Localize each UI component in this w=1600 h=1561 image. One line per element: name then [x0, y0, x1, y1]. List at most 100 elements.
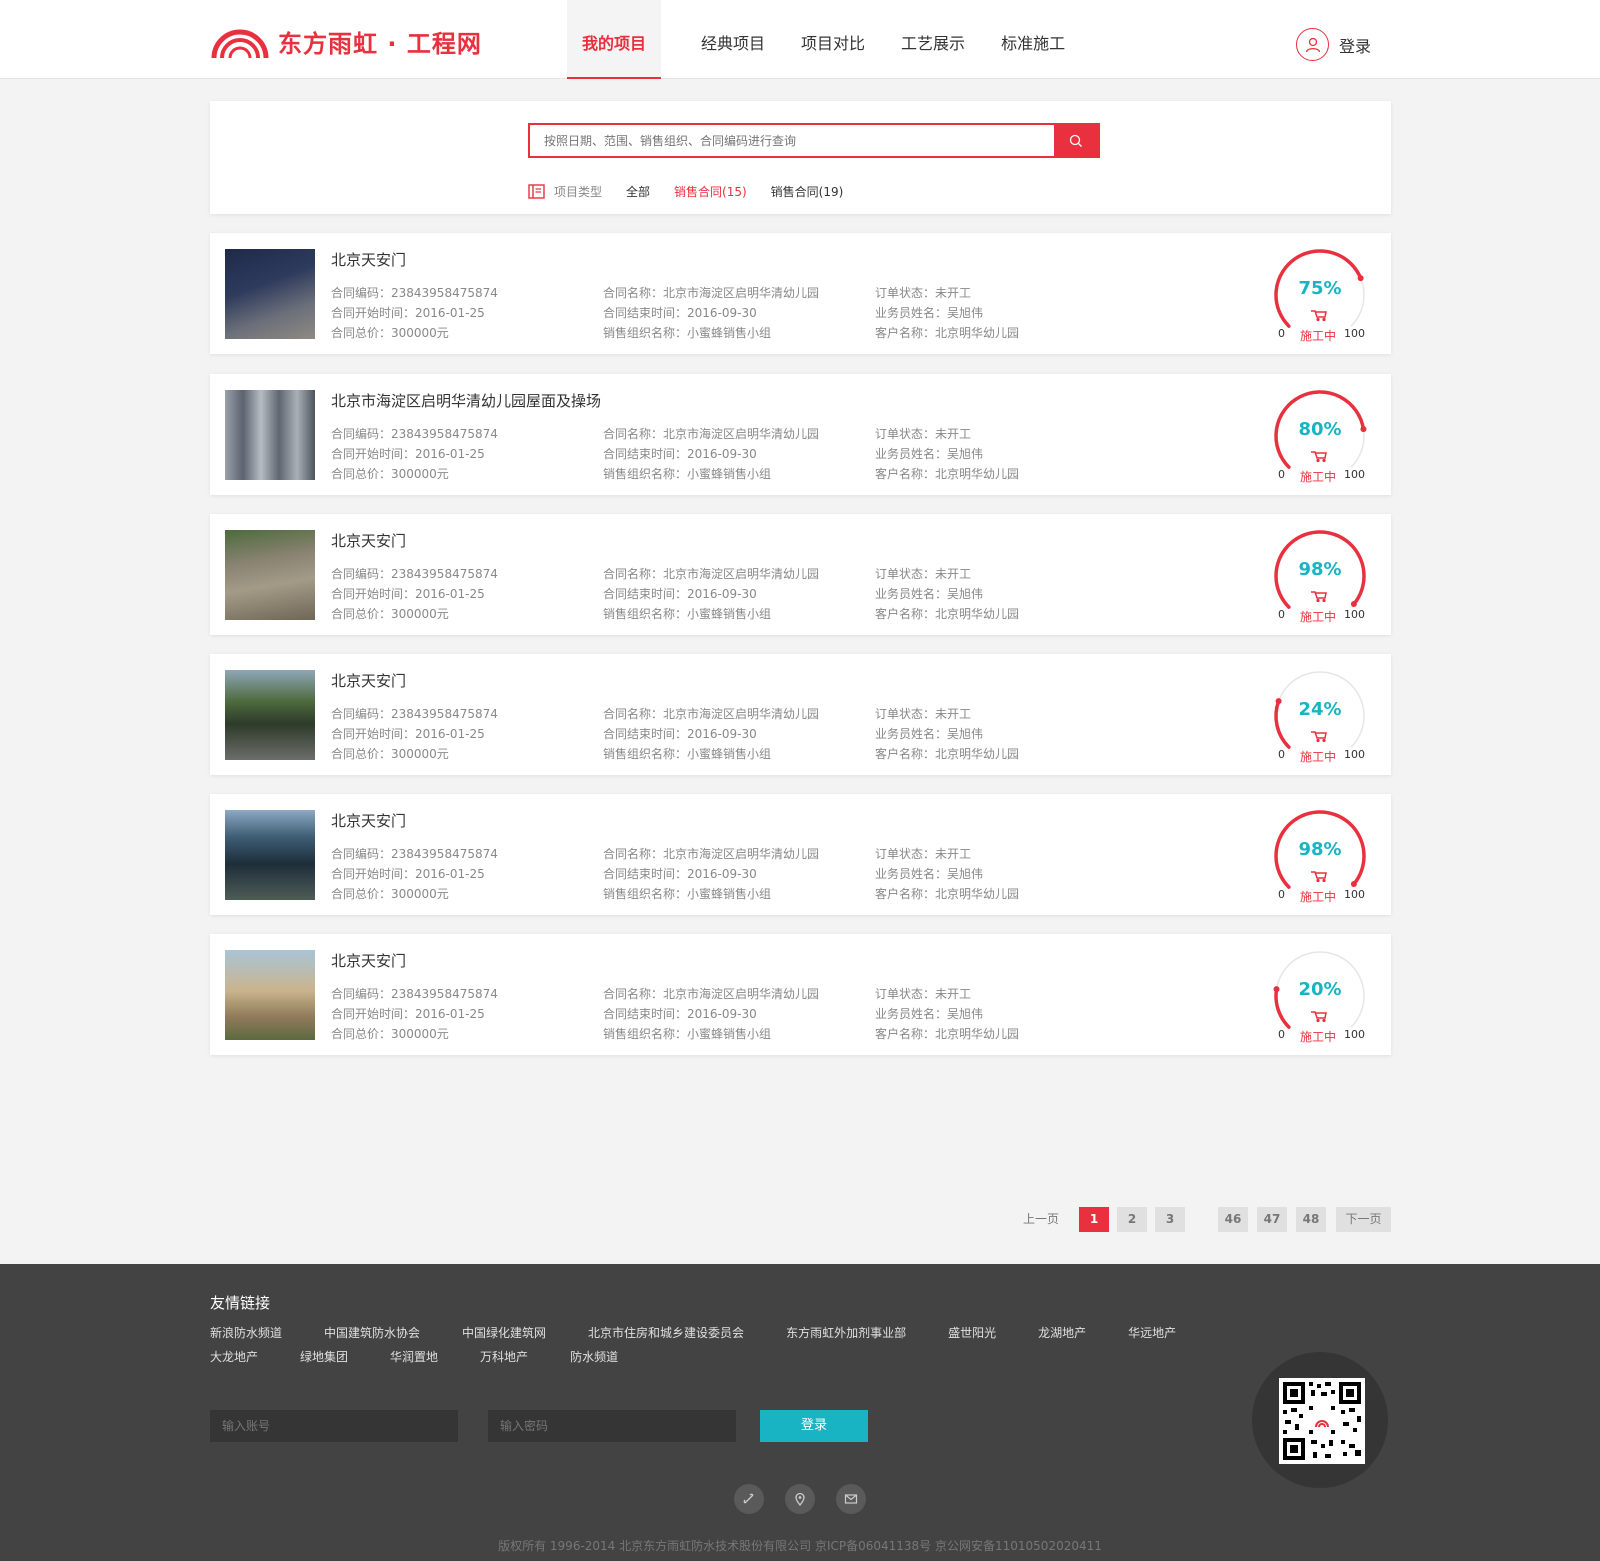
footer-login-button[interactable]: 登录 — [760, 1410, 868, 1442]
project-card[interactable]: 北京天安门 合同编码：23843958475874 合同开始时间：2016-01… — [210, 934, 1391, 1055]
contract-info-col1: 合同编码：23843958475874 合同开始时间：2016-01-25 合同… — [331, 283, 498, 343]
order-status: 订单状态：未开工 — [875, 567, 972, 581]
site-logo[interactable]: 东方雨虹 · 工程网 — [210, 22, 482, 60]
page-3-button[interactable]: 3 — [1155, 1207, 1185, 1232]
location-icon[interactable] — [785, 1484, 815, 1514]
progress-percent: 98% — [1298, 839, 1342, 860]
password-input[interactable] — [488, 1410, 736, 1442]
search-input[interactable] — [530, 125, 1054, 156]
project-card[interactable]: 北京市海淀区启明华清幼儿园屋面及操场 合同编码：23843958475874 合… — [210, 374, 1391, 495]
friend-link[interactable]: 华远地产 — [1128, 1324, 1176, 1341]
friend-link[interactable]: 新浪防水频道 — [210, 1324, 282, 1341]
contract-start-date: 合同开始时间：2016-01-25 — [331, 1007, 485, 1021]
contract-info-col3: 订单状态：未开工 业务员姓名：吴旭伟 客户名称：北京明华幼儿园 — [875, 564, 1019, 624]
project-title[interactable]: 北京天安门 — [331, 249, 406, 270]
contract-info-col1: 合同编码：23843958475874 合同开始时间：2016-01-25 合同… — [331, 424, 498, 484]
friend-link[interactable]: 防水频道 — [570, 1348, 618, 1365]
phone-icon[interactable] — [734, 1484, 764, 1514]
filter-sales-contract-19[interactable]: 销售合同(19) — [771, 183, 844, 200]
friend-link[interactable]: 中国绿化建筑网 — [462, 1324, 546, 1341]
customer-name: 客户名称：北京明华幼儿园 — [875, 887, 1020, 901]
page-1-button[interactable]: 1 — [1079, 1207, 1109, 1232]
friend-link[interactable]: 龙湖地产 — [1038, 1324, 1086, 1341]
project-title[interactable]: 北京市海淀区启明华清幼儿园屋面及操场 — [331, 390, 601, 411]
friend-link[interactable]: 大龙地产 — [210, 1348, 258, 1365]
project-card[interactable]: 北京天安门 合同编码：23843958475874 合同开始时间：2016-01… — [210, 654, 1391, 775]
project-thumbnail[interactable] — [225, 249, 315, 339]
nav-classic-projects[interactable]: 经典项目 — [683, 0, 783, 79]
nav-project-compare[interactable]: 项目对比 — [783, 0, 883, 79]
project-thumbnail[interactable] — [225, 950, 315, 1040]
contract-info-col2: 合同名称：北京市海淀区启明华清幼儿园 合同结束时间：2016-09-30 销售组… — [603, 984, 819, 1044]
prev-page-button[interactable]: 上一页 — [1021, 1207, 1061, 1232]
friend-link[interactable]: 东方雨虹外加剂事业部 — [786, 1324, 906, 1341]
progress-gauge: 75% 0 施工中 100 — [1270, 245, 1370, 345]
construction-status: 施工中 — [1300, 1030, 1337, 1044]
next-page-button[interactable]: 下一页 — [1336, 1207, 1391, 1232]
login-link[interactable]: 登录 — [1296, 28, 1371, 61]
contract-info-col3: 订单状态：未开工 业务员姓名：吴旭伟 客户名称：北京明华幼儿园 — [875, 984, 1019, 1044]
contract-info-col3: 订单状态：未开工 业务员姓名：吴旭伟 客户名称：北京明华幼儿园 — [875, 283, 1019, 343]
project-thumbnail[interactable] — [225, 530, 315, 620]
project-thumbnail[interactable] — [225, 390, 315, 480]
progress-gauge: 98% 0 施工中 100 — [1270, 526, 1370, 626]
project-card[interactable]: 北京天安门 合同编码：23843958475874 合同开始时间：2016-01… — [210, 514, 1391, 635]
search-box — [528, 123, 1100, 158]
friend-link[interactable]: 万科地产 — [480, 1348, 528, 1365]
order-status: 订单状态：未开工 — [875, 286, 972, 300]
filter-all[interactable]: 全部 — [626, 183, 650, 200]
progress-percent: 24% — [1298, 699, 1342, 720]
contract-end-date: 合同结束时间：2016-09-30 — [603, 587, 757, 601]
friend-link[interactable]: 盛世阳光 — [948, 1324, 996, 1341]
friend-links-row: 大龙地产 绿地集团 华润置地 万科地产 防水频道 — [210, 1344, 1220, 1368]
friend-link[interactable]: 华润置地 — [390, 1348, 438, 1365]
progress-dot — [1350, 601, 1357, 608]
contract-name: 合同名称：北京市海淀区启明华清幼儿园 — [603, 567, 820, 581]
page-47-button[interactable]: 47 — [1257, 1207, 1287, 1232]
contract-start-date: 合同开始时间：2016-01-25 — [331, 447, 485, 461]
salesman-name: 业务员姓名：吴旭伟 — [875, 727, 984, 741]
project-type-filters: 项目类型 全部 销售合同(15) 销售合同(19) — [528, 183, 867, 200]
project-card[interactable]: 北京天安门 合同编码：23843958475874 合同开始时间：2016-01… — [210, 794, 1391, 915]
qr-code-icon — [1279, 1378, 1365, 1464]
order-status: 订单状态：未开工 — [875, 427, 972, 441]
project-thumbnail[interactable] — [225, 670, 315, 760]
friend-link[interactable]: 北京市住房和城乡建设委员会 — [588, 1324, 744, 1341]
friend-links-title: 友情链接 — [210, 1294, 271, 1312]
contract-end-date: 合同结束时间：2016-09-30 — [603, 306, 757, 320]
friend-link[interactable]: 绿地集团 — [300, 1348, 348, 1365]
salesman-name: 业务员姓名：吴旭伟 — [875, 1007, 984, 1021]
project-title[interactable]: 北京天安门 — [331, 950, 406, 971]
wheelbarrow-icon — [1310, 448, 1328, 467]
gauge-min-label: 0 — [1278, 888, 1285, 901]
progress-gauge: 24% 0 施工中 100 — [1270, 666, 1370, 766]
page-48-button[interactable]: 48 — [1296, 1207, 1326, 1232]
contract-info-col1: 合同编码：23843958475874 合同开始时间：2016-01-25 合同… — [331, 844, 498, 904]
contract-number: 合同编码：23843958475874 — [331, 567, 498, 581]
progress-percent: 98% — [1298, 559, 1342, 580]
search-button[interactable] — [1054, 125, 1098, 156]
contract-total-price: 合同总价：300000元 — [331, 326, 449, 340]
contract-start-date: 合同开始时间：2016-01-25 — [331, 867, 485, 881]
nav-my-projects[interactable]: 我的项目 — [567, 0, 662, 79]
page-2-button[interactable]: 2 — [1117, 1207, 1147, 1232]
nav-standard-construction[interactable]: 标准施工 — [983, 0, 1083, 79]
salesman-name: 业务员姓名：吴旭伟 — [875, 587, 984, 601]
filter-sales-contract-15[interactable]: 销售合同(15) — [674, 183, 747, 200]
gauge-min-label: 0 — [1278, 468, 1285, 481]
project-thumbnail[interactable] — [225, 810, 315, 900]
page-46-button[interactable]: 46 — [1218, 1207, 1248, 1232]
project-title[interactable]: 北京天安门 — [331, 530, 406, 551]
nav-craft-display[interactable]: 工艺展示 — [883, 0, 983, 79]
progress-percent: 20% — [1298, 979, 1342, 1000]
project-title[interactable]: 北京天安门 — [331, 810, 406, 831]
contract-info-col2: 合同名称：北京市海淀区启明华清幼儿园 合同结束时间：2016-09-30 销售组… — [603, 564, 819, 624]
contract-end-date: 合同结束时间：2016-09-30 — [603, 727, 757, 741]
friend-link[interactable]: 中国建筑防水协会 — [324, 1324, 420, 1341]
customer-name: 客户名称：北京明华幼儿园 — [875, 747, 1020, 761]
project-title[interactable]: 北京天安门 — [331, 670, 406, 691]
account-input[interactable] — [210, 1410, 458, 1442]
contract-end-date: 合同结束时间：2016-09-30 — [603, 867, 757, 881]
mail-icon[interactable] — [836, 1484, 866, 1514]
project-card[interactable]: 北京天安门 合同编码：23843958475874 合同开始时间：2016-01… — [210, 233, 1391, 354]
